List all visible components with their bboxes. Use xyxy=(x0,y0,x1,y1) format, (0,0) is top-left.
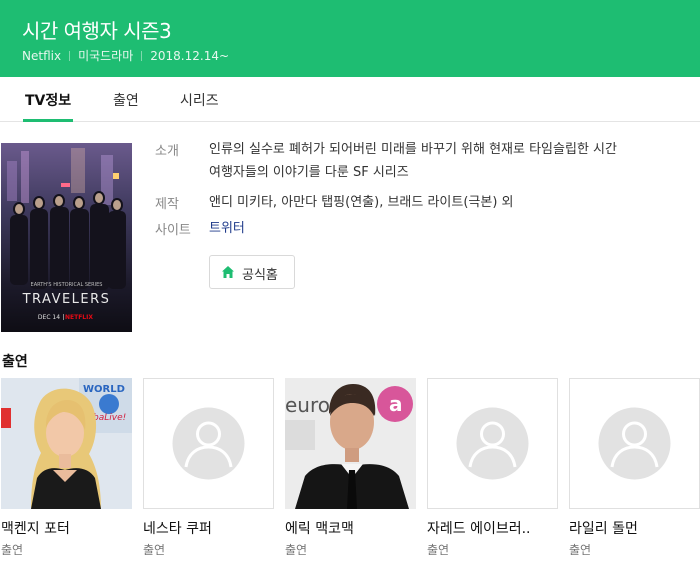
poster-title: TRAVELERS xyxy=(22,292,111,307)
tab-cast[interactable]: 출연 xyxy=(113,90,139,110)
cast-photo-backdrop-text: baLive! xyxy=(93,413,126,423)
air-date: 2018.12.14~ xyxy=(150,49,230,63)
meta-separator xyxy=(69,51,71,61)
cast-photo-backdrop-text: euro xyxy=(285,393,330,417)
cast-name[interactable]: 맥켄지 포터 xyxy=(1,518,70,538)
cast-role: 출연 xyxy=(285,543,308,557)
active-tab-indicator xyxy=(23,119,73,122)
cast-name[interactable]: 자레드 에이브러.. xyxy=(427,518,531,538)
production-value: 앤디 미키타, 아만다 탭핑(연출), 브래드 라이트(극본) 외 xyxy=(209,195,514,210)
official-home-button[interactable]: 공식홈 xyxy=(209,255,295,289)
title-meta: Netflix 미국드라마 2018.12.14~ xyxy=(22,47,229,64)
twitter-link[interactable]: 트위터 xyxy=(209,217,245,240)
intro-line-2: 여행자들의 이야기를 다룬 SF 시리즈 xyxy=(209,165,409,180)
intro-line-1: 인류의 실수로 폐허가 되어버린 미래를 바꾸기 위해 현재로 타임슬립한 시간 xyxy=(209,142,617,157)
cast-photo[interactable]: euro a xyxy=(285,378,416,509)
cast-role: 출연 xyxy=(143,543,166,557)
cast-role: 출연 xyxy=(427,543,450,557)
network-link[interactable]: Netflix xyxy=(22,49,61,63)
cast-name[interactable]: 네스타 쿠퍼 xyxy=(143,518,212,538)
meta-separator xyxy=(141,51,143,61)
cast-name[interactable]: 라일리 돌먼 xyxy=(569,518,638,538)
poster-brand: NETFLIX xyxy=(65,314,93,321)
cast-photo-backdrop-text: WORLD xyxy=(83,384,125,395)
cast-photo[interactable]: WORLD baLive! xyxy=(1,378,132,509)
home-icon xyxy=(222,266,234,278)
cast-photo-placeholder[interactable] xyxy=(143,378,274,509)
poster-divider xyxy=(63,314,64,320)
cast-section-title: 출연 xyxy=(2,354,28,370)
tab-bar: TV정보 출연 시리즈 xyxy=(0,77,700,122)
cast-photo-placeholder[interactable] xyxy=(427,378,558,509)
cast-role: 출연 xyxy=(569,543,592,557)
title-header: 시간 여행자 시즌3 Netflix 미국드라마 2018.12.14~ xyxy=(0,0,700,77)
person-silhouette-icon xyxy=(172,407,245,480)
genre-link[interactable]: 미국드라마 xyxy=(78,49,133,63)
production-label: 제작 xyxy=(155,197,179,212)
tab-tv-info[interactable]: TV정보 xyxy=(25,90,71,110)
poster-date: DEC 14 xyxy=(38,314,60,321)
intro-label: 소개 xyxy=(155,144,179,159)
site-label: 사이트 xyxy=(155,223,191,238)
person-silhouette-icon xyxy=(456,407,529,480)
person-silhouette-icon xyxy=(598,407,671,480)
cast-role: 출연 xyxy=(1,543,24,557)
poster-tagline: EARTH'S HISTORICAL SERIES xyxy=(31,282,103,288)
poster-image[interactable]: EARTH'S HISTORICAL SERIES TRAVELERS DEC … xyxy=(1,143,132,332)
official-home-label: 공식홈 xyxy=(242,268,278,283)
cast-photo-backdrop-text: a xyxy=(389,392,403,416)
tab-series[interactable]: 시리즈 xyxy=(180,90,219,110)
page-title: 시간 여행자 시즌3 xyxy=(22,19,172,43)
cast-photo-placeholder[interactable] xyxy=(569,378,700,509)
cast-name[interactable]: 에릭 맥코맥 xyxy=(285,518,354,538)
